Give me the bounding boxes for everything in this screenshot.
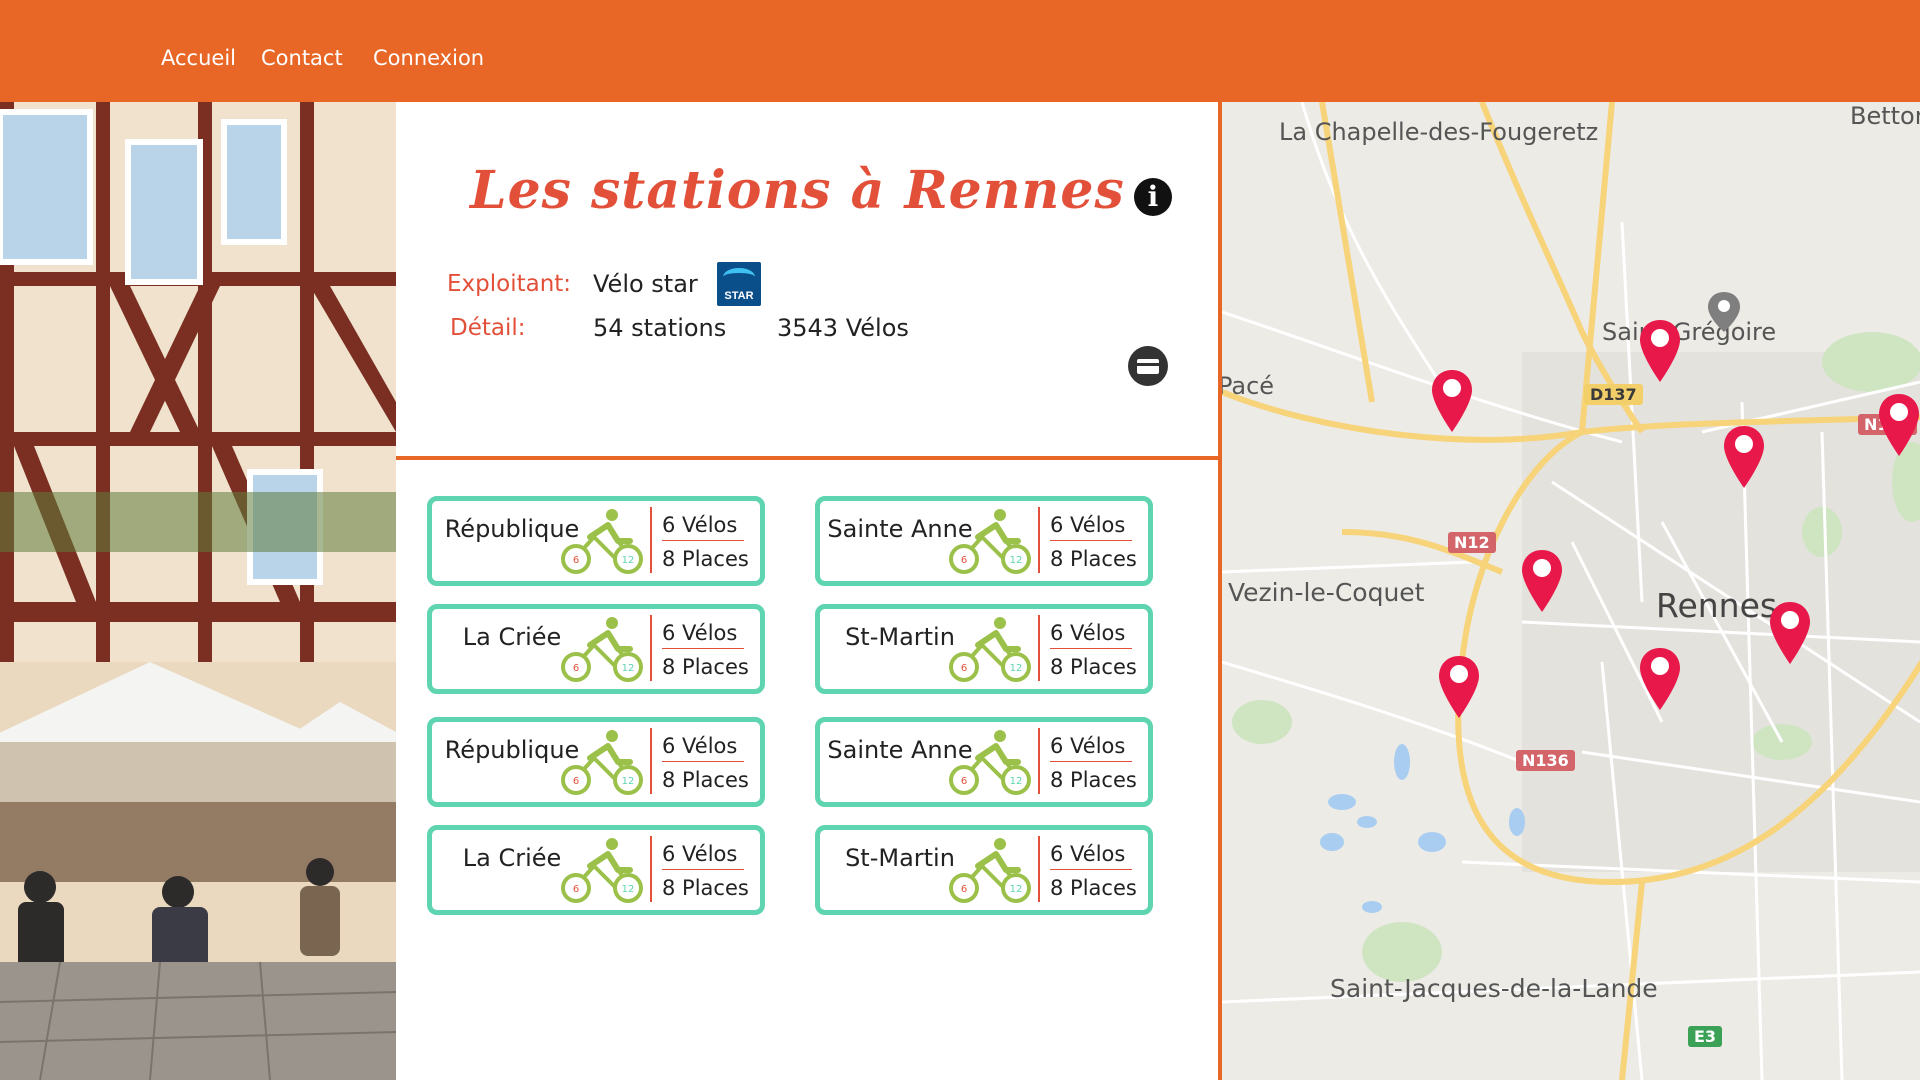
card-separator: [1038, 836, 1040, 902]
station-card[interactable]: La Criée 6 12 6 Vélos 8 Places: [427, 604, 765, 694]
card-separator: [650, 836, 652, 902]
card-separator: [1038, 507, 1040, 573]
nav-link-connexion[interactable]: Connexion: [373, 46, 484, 70]
station-velos: 6 Vélos: [662, 734, 744, 762]
bike-badge-b: 12: [622, 663, 635, 674]
map-marker-icon[interactable]: [1638, 318, 1682, 384]
card-separator: [650, 728, 652, 794]
map-label-vezin-le-coquet: Vezin-le-Coquet: [1228, 578, 1425, 607]
card-separator: [650, 507, 652, 573]
road-badge-d137: D137: [1584, 384, 1643, 405]
station-places: 8 Places: [1050, 768, 1137, 792]
bike-badge-b: 12: [1010, 776, 1023, 787]
nav-link-accueil[interactable]: Accueil: [161, 46, 236, 70]
card-separator: [1038, 728, 1040, 794]
map-marker-icon[interactable]: [1520, 548, 1564, 614]
station-card[interactable]: St-Martin 6 12 6 Vélos 8 Places: [815, 604, 1153, 694]
map-label-saint-gregoire: Saint-Grégoire: [1602, 318, 1777, 346]
bike-badge-a: 6: [961, 776, 967, 787]
bike-icon: 6 12: [561, 617, 643, 682]
bike-badge-b: 12: [1010, 884, 1023, 895]
card-separator: [650, 615, 652, 681]
map-marker-icon[interactable]: [1768, 600, 1812, 666]
star-logo-text: STAR: [724, 290, 754, 302]
rennes-street-photo: [0, 102, 396, 1080]
station-velos: 6 Vélos: [1050, 734, 1132, 762]
bike-badge-b: 12: [1010, 555, 1023, 566]
station-card[interactable]: La Criée 6 12 6 Vélos 8 Places: [427, 825, 765, 915]
credit-card-icon[interactable]: [1128, 346, 1168, 386]
exploitant-label: Exploitant:: [447, 271, 572, 297]
bike-icon: 6 12: [949, 509, 1031, 574]
station-places: 8 Places: [662, 547, 749, 571]
stations-count: 54 stations: [593, 314, 727, 342]
bike-icon: 6 12: [561, 509, 643, 574]
bike-badge-a: 6: [573, 776, 579, 787]
bike-icon: 6 12: [561, 838, 643, 903]
map-label-rennes: Rennes: [1656, 586, 1778, 625]
bike-icon: 6 12: [949, 617, 1031, 682]
station-card[interactable]: Sainte Anne 6 12 6 Vélos 8 Places: [815, 496, 1153, 586]
station-places: 8 Places: [1050, 876, 1137, 900]
velos-count: 3543 Vélos: [777, 314, 909, 342]
station-card[interactable]: St-Martin 6 12 6 Vélos 8 Places: [815, 825, 1153, 915]
bike-badge-a: 6: [573, 555, 579, 566]
station-velos: 6 Vélos: [662, 621, 744, 649]
station-card[interactable]: Sainte Anne 6 12 6 Vélos 8 Places: [815, 717, 1153, 807]
bike-badge-a: 6: [961, 663, 967, 674]
road-badge-n12: N12: [1448, 532, 1496, 553]
bike-icon: 6 12: [949, 838, 1031, 903]
bike-badge-b: 12: [622, 555, 635, 566]
map-marker-icon[interactable]: [1722, 424, 1766, 490]
map-label-saint-jacques: Saint-Jacques-de-la-Lande: [1330, 974, 1658, 1003]
bike-badge-b: 12: [622, 776, 635, 787]
station-places: 8 Places: [662, 876, 749, 900]
station-velos: 6 Vélos: [1050, 621, 1132, 649]
map-label-la-chapelle: La Chapelle-des-Fougeretz: [1279, 118, 1599, 146]
map-marker-icon[interactable]: [1437, 654, 1481, 720]
map-label-pace: Pacé: [1222, 372, 1275, 400]
detail-label: Détail:: [450, 315, 526, 341]
station-card[interactable]: République 6 12 6 Vélos 8 Places: [427, 496, 765, 586]
bike-icon: 6 12: [949, 730, 1031, 795]
station-places: 8 Places: [1050, 547, 1137, 571]
map-marker-icon[interactable]: [1638, 646, 1682, 712]
bike-badge-a: 6: [573, 884, 579, 895]
exploitant-value: Vélo star: [593, 270, 698, 298]
top-navigation-bar: Accueil Contact Connexion: [0, 0, 1920, 102]
station-card[interactable]: République 6 12 6 Vélos 8 Places: [427, 717, 765, 807]
nav-link-contact[interactable]: Contact: [261, 46, 343, 70]
map[interactable]: La Chapelle-des-Fougeretz Betton Saint-G…: [1222, 102, 1920, 1080]
info-icon[interactable]: i: [1134, 178, 1172, 216]
star-logo: STAR: [717, 262, 761, 306]
bike-badge-a: 6: [573, 663, 579, 674]
map-label-betton: Betton: [1850, 102, 1920, 130]
station-places: 8 Places: [662, 655, 749, 679]
horizontal-divider: [396, 456, 1218, 460]
bike-badge-a: 6: [961, 884, 967, 895]
map-marker-icon[interactable]: [1877, 392, 1920, 458]
card-separator: [1038, 615, 1040, 681]
station-places: 8 Places: [1050, 655, 1137, 679]
map-marker-icon[interactable]: [1430, 368, 1474, 434]
map-poi-marker-icon: [1708, 292, 1740, 332]
bike-badge-a: 6: [961, 555, 967, 566]
bike-badge-b: 12: [622, 884, 635, 895]
station-panel: [396, 102, 1218, 1080]
station-velos: 6 Vélos: [662, 842, 744, 870]
station-velos: 6 Vélos: [1050, 513, 1132, 541]
bike-badge-b: 12: [1010, 663, 1023, 674]
road-badge-n136-south: N136: [1516, 750, 1575, 771]
station-places: 8 Places: [662, 768, 749, 792]
bike-icon: 6 12: [561, 730, 643, 795]
station-velos: 6 Vélos: [1050, 842, 1132, 870]
road-badge-e3: E3: [1688, 1026, 1723, 1047]
station-velos: 6 Vélos: [662, 513, 744, 541]
page-title: Les stations à Rennes: [470, 160, 1125, 221]
